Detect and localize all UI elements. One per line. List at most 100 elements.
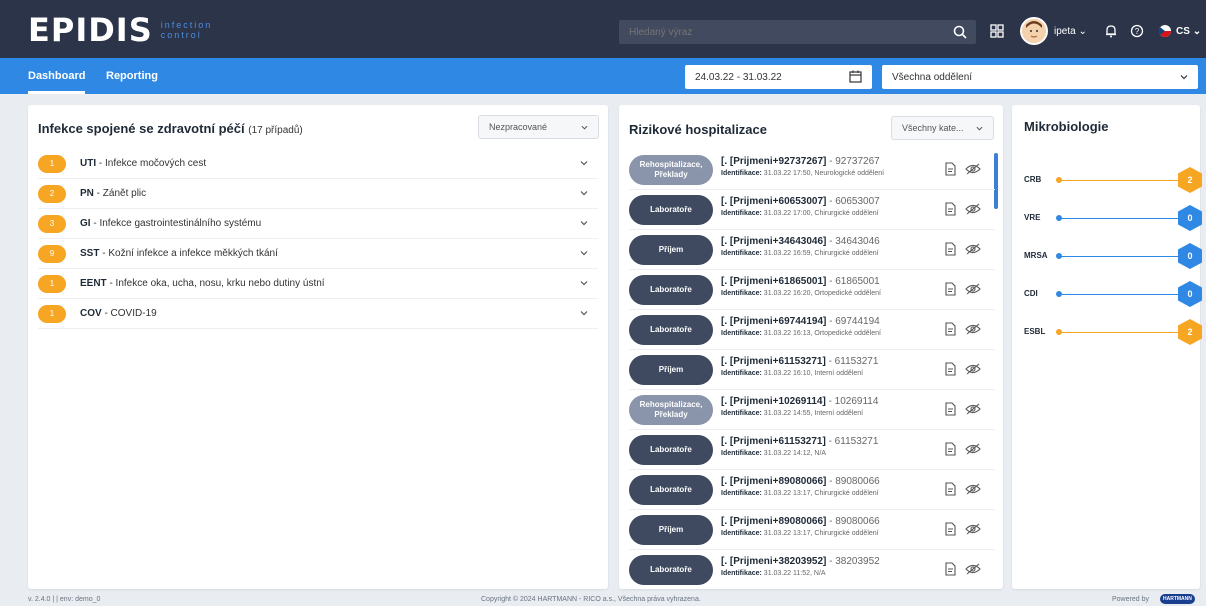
category-pill[interactable]: Laboratoře bbox=[629, 275, 713, 305]
document-edit-icon[interactable] bbox=[943, 442, 957, 456]
hospitalization-row[interactable]: Laboratoře [. [Prijmeni+69744194] - 69744… bbox=[629, 310, 995, 350]
category-pill[interactable]: Rehospitalizace, Překlady bbox=[629, 155, 713, 185]
user-menu[interactable]: ipeta ⌄ bbox=[1054, 26, 1087, 37]
document-edit-icon[interactable] bbox=[943, 522, 957, 536]
eye-off-icon[interactable] bbox=[965, 482, 981, 496]
infection-row[interactable]: 1 COV - COVID-19 bbox=[38, 299, 598, 329]
patient-name[interactable]: [. [Prijmeni+60653007] - 60653007 bbox=[721, 196, 880, 207]
tab-dashboard[interactable]: Dashboard bbox=[28, 70, 86, 94]
chevron-down-icon[interactable] bbox=[580, 159, 588, 167]
microbiology-row[interactable]: VRE 0 bbox=[1024, 203, 1202, 233]
calendar-icon[interactable] bbox=[849, 70, 862, 83]
category-pill[interactable]: Příjem bbox=[629, 515, 713, 545]
category-pill[interactable]: Laboratoře bbox=[629, 195, 713, 225]
eye-off-icon[interactable] bbox=[965, 242, 981, 256]
document-edit-icon[interactable] bbox=[943, 322, 957, 336]
department-select[interactable]: Všechna oddělení bbox=[882, 65, 1198, 89]
infection-row[interactable]: 9 SST - Kožní infekce a infekce měkkých t… bbox=[38, 239, 598, 269]
organism-dot bbox=[1056, 329, 1062, 335]
category-pill[interactable]: Laboratoře bbox=[629, 435, 713, 465]
avatar[interactable] bbox=[1020, 17, 1048, 45]
organism-count-badge[interactable]: 0 bbox=[1178, 281, 1202, 307]
search-bar[interactable] bbox=[619, 20, 976, 44]
patient-name[interactable]: [. [Prijmeni+61153271] - 61153271 bbox=[721, 356, 878, 367]
patient-name[interactable]: [. [Prijmeni+38203952] - 38203952 bbox=[721, 556, 880, 567]
category-pill[interactable]: Laboratoře bbox=[629, 555, 713, 585]
organism-count-badge[interactable]: 0 bbox=[1178, 205, 1202, 231]
category-pill[interactable]: Laboratoře bbox=[629, 315, 713, 345]
hospitalization-row[interactable]: Laboratoře [. [Prijmeni+89080066] - 89080… bbox=[629, 470, 995, 510]
infection-description: - COVID-19 bbox=[101, 308, 157, 319]
chevron-down-icon[interactable] bbox=[580, 219, 588, 227]
document-edit-icon[interactable] bbox=[943, 242, 957, 256]
document-edit-icon[interactable] bbox=[943, 402, 957, 416]
infections-filter-dropdown[interactable]: Nezpracované bbox=[478, 115, 599, 139]
microbiology-row[interactable]: CRB 2 bbox=[1024, 165, 1202, 195]
microbiology-row[interactable]: MRSA 0 bbox=[1024, 241, 1202, 271]
hospitalization-row[interactable]: Rehospitalizace, Překlady [. [Prijmeni+10… bbox=[629, 390, 995, 430]
category-pill[interactable]: Rehospitalizace, Překlady bbox=[629, 395, 713, 425]
date-range-picker[interactable]: 24.03.22 - 31.03.22 bbox=[685, 65, 872, 89]
hospitalization-row[interactable]: Rehospitalizace, Překlady [. [Prijmeni+92… bbox=[629, 150, 995, 190]
organism-count-badge[interactable]: 0 bbox=[1178, 243, 1202, 269]
hospitalization-row[interactable]: Příjem [. [Prijmeni+34643046] - 34643046 I… bbox=[629, 230, 995, 270]
infection-row[interactable]: 2 PN - Zánět plic bbox=[38, 179, 598, 209]
organism-dot bbox=[1056, 215, 1062, 221]
hospitalization-row[interactable]: Laboratoře [. [Prijmeni+61153271] - 61153… bbox=[629, 430, 995, 470]
infection-row[interactable]: 1 UTI - Infekce močových cest bbox=[38, 149, 598, 179]
search-icon[interactable] bbox=[952, 24, 968, 40]
eye-off-icon[interactable] bbox=[965, 442, 981, 456]
eye-off-icon[interactable] bbox=[965, 282, 981, 296]
patient-name[interactable]: [. [Prijmeni+89080066] - 89080066 bbox=[721, 476, 880, 487]
microbiology-row[interactable]: ESBL 2 bbox=[1024, 317, 1202, 347]
patient-name[interactable]: [. [Prijmeni+34643046] - 34643046 bbox=[721, 236, 880, 247]
category-pill[interactable]: Příjem bbox=[629, 235, 713, 265]
bell-icon[interactable] bbox=[1104, 24, 1118, 38]
microbiology-panel: Mikrobiologie CRB 2 VRE 0 MRSA 0 CDI 0 ESBL 2 bbox=[1012, 105, 1202, 589]
document-edit-icon[interactable] bbox=[943, 162, 957, 176]
patient-name[interactable]: [. [Prijmeni+89080066] - 89080066 bbox=[721, 516, 880, 527]
category-filter-dropdown[interactable]: Všechny kate... bbox=[891, 116, 994, 140]
hospitalization-row[interactable]: Příjem [. [Prijmeni+61153271] - 61153271 I… bbox=[629, 350, 995, 390]
search-input[interactable] bbox=[629, 26, 929, 38]
hospitalization-row[interactable]: Laboratoře [. [Prijmeni+61865001] - 61865… bbox=[629, 270, 995, 310]
hospitalization-row[interactable]: Laboratoře [. [Prijmeni+38203952] - 38203… bbox=[629, 550, 995, 589]
czech-flag-icon[interactable] bbox=[1158, 24, 1172, 38]
document-edit-icon[interactable] bbox=[943, 362, 957, 376]
microbiology-row[interactable]: CDI 0 bbox=[1024, 279, 1202, 309]
patient-name[interactable]: [. [Prijmeni+61865001] - 61865001 bbox=[721, 276, 880, 287]
eye-off-icon[interactable] bbox=[965, 362, 981, 376]
patient-name[interactable]: [. [Prijmeni+92737267] - 92737267 bbox=[721, 156, 880, 167]
document-edit-icon[interactable] bbox=[943, 562, 957, 576]
organism-count-badge[interactable]: 2 bbox=[1178, 167, 1202, 193]
document-edit-icon[interactable] bbox=[943, 482, 957, 496]
organism-count-badge[interactable]: 2 bbox=[1178, 319, 1202, 345]
chevron-down-icon[interactable] bbox=[580, 249, 588, 257]
category-pill[interactable]: Laboratoře bbox=[629, 475, 713, 505]
eye-off-icon[interactable] bbox=[965, 322, 981, 336]
chevron-down-icon[interactable] bbox=[580, 279, 588, 287]
tab-reporting[interactable]: Reporting bbox=[106, 70, 158, 82]
organism-line bbox=[1060, 294, 1184, 295]
category-pill[interactable]: Příjem bbox=[629, 355, 713, 385]
patient-name[interactable]: [. [Prijmeni+61153271] - 61153271 bbox=[721, 436, 878, 447]
patient-name[interactable]: [. [Prijmeni+69744194] - 69744194 bbox=[721, 316, 880, 327]
chevron-down-icon[interactable] bbox=[580, 309, 588, 317]
chevron-down-icon[interactable] bbox=[580, 189, 588, 197]
document-edit-icon[interactable] bbox=[943, 202, 957, 216]
eye-off-icon[interactable] bbox=[965, 562, 981, 576]
language-selector[interactable]: CS ⌄ bbox=[1176, 26, 1201, 37]
apps-grid-icon[interactable] bbox=[990, 24, 1004, 38]
infection-row[interactable]: 3 GI - Infekce gastrointestinálního systé… bbox=[38, 209, 598, 239]
help-icon[interactable]: ? bbox=[1130, 24, 1144, 38]
hospitalization-row[interactable]: Příjem [. [Prijmeni+89080066] - 89080066 I… bbox=[629, 510, 995, 550]
eye-off-icon[interactable] bbox=[965, 402, 981, 416]
patient-name[interactable]: [. [Prijmeni+10269114] - 10269114 bbox=[721, 396, 878, 407]
eye-off-icon[interactable] bbox=[965, 522, 981, 536]
logo[interactable]: EPIDIS infection control bbox=[28, 11, 212, 49]
infection-row[interactable]: 1 EENT - Infekce oka, ucha, nosu, krku ne… bbox=[38, 269, 598, 299]
hospitalization-row[interactable]: Laboratoře [. [Prijmeni+60653007] - 60653… bbox=[629, 190, 995, 230]
eye-off-icon[interactable] bbox=[965, 162, 981, 176]
eye-off-icon[interactable] bbox=[965, 202, 981, 216]
document-edit-icon[interactable] bbox=[943, 282, 957, 296]
